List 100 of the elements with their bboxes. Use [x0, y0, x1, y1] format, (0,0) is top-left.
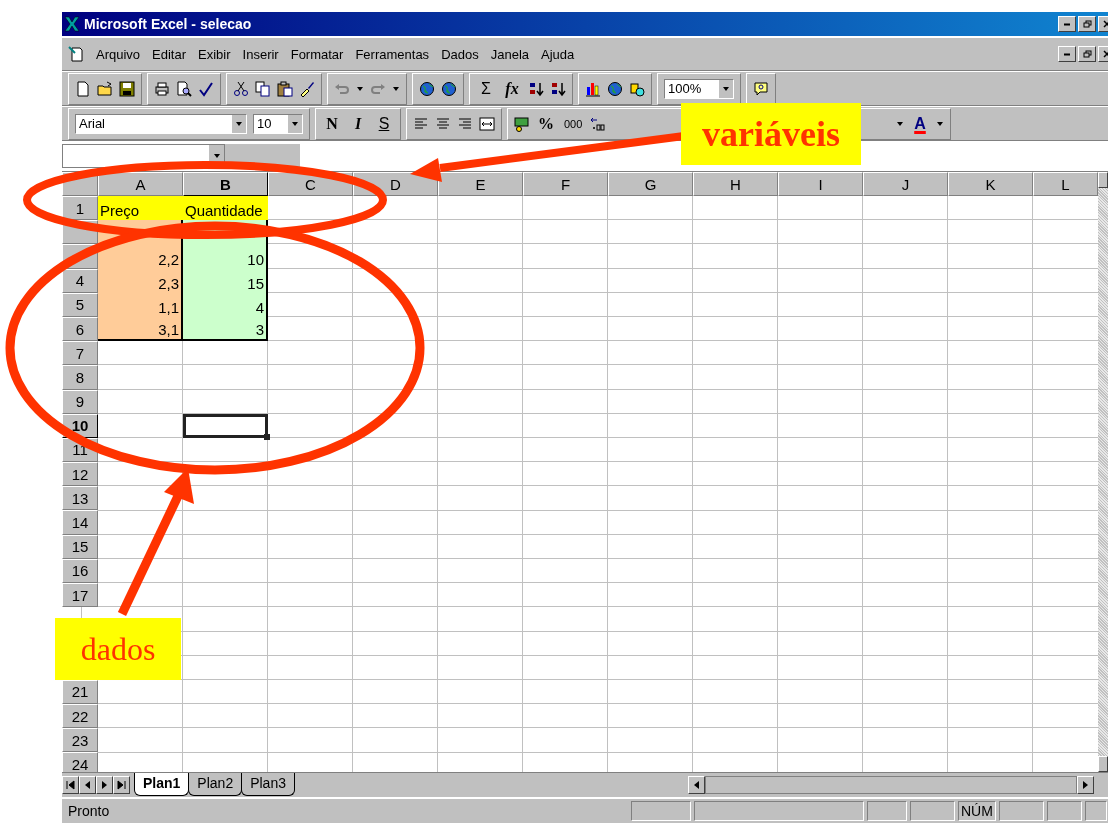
row-header[interactable]: 13 — [62, 486, 98, 511]
row-header[interactable]: 24 — [62, 752, 98, 772]
font-size-dropdown[interactable]: 10 — [253, 113, 303, 134]
row-header[interactable]: 15 — [62, 534, 98, 559]
row-header[interactable]: 16 — [62, 558, 98, 583]
column-header[interactable]: K — [948, 172, 1033, 196]
column-header[interactable]: L — [1033, 172, 1098, 196]
align-right-icon[interactable] — [457, 115, 473, 132]
dropdown-caret-icon[interactable] — [212, 153, 221, 159]
previous-sheet-icon — [83, 780, 92, 790]
align-left-icon[interactable] — [413, 115, 429, 132]
dropdown-caret-icon[interactable] — [936, 120, 944, 127]
status-panel — [631, 801, 691, 821]
last-sheet-button[interactable] — [113, 776, 130, 794]
sheet-tab[interactable]: Plan3 — [241, 773, 295, 796]
new-document-icon[interactable] — [75, 80, 91, 97]
underline-button[interactable]: S — [374, 114, 394, 133]
row-header[interactable]: 1 — [62, 196, 98, 221]
restore-button[interactable] — [1078, 46, 1096, 62]
horizontal-scrollbar[interactable] — [688, 776, 1094, 794]
align-center-icon[interactable] — [435, 115, 451, 132]
paintbrush-icon[interactable] — [299, 80, 315, 97]
fill-handle[interactable] — [264, 433, 270, 440]
status-panel — [1046, 801, 1082, 821]
menu-item[interactable]: Dados — [441, 44, 479, 64]
menu-item[interactable]: Ajuda — [541, 44, 575, 64]
increase-decimal-icon[interactable] — [590, 115, 607, 132]
column-header[interactable]: I — [778, 172, 863, 196]
column-header[interactable]: J — [863, 172, 948, 196]
sum-button[interactable]: Σ — [476, 79, 496, 98]
bold-button[interactable]: N — [322, 114, 342, 133]
status-message: Pronto — [68, 803, 111, 819]
vertical-scrollbar[interactable] — [1098, 172, 1108, 772]
checkmark-icon[interactable] — [198, 80, 214, 97]
previous-sheet-button[interactable] — [79, 776, 96, 794]
row-header[interactable]: 22 — [62, 703, 98, 729]
menu-item[interactable]: Inserir — [242, 44, 279, 64]
font-dropdown[interactable]: Arial — [75, 113, 247, 134]
menu-item[interactable]: Janela — [490, 44, 529, 64]
row-header[interactable]: 8 — [62, 365, 98, 390]
column-header[interactable]: B — [183, 172, 268, 196]
print-preview-icon[interactable] — [176, 80, 192, 97]
sheet-tab[interactable]: Plan1 — [134, 773, 190, 796]
scroll-left-icon[interactable] — [692, 780, 701, 790]
font-color-button[interactable]: A — [910, 114, 930, 133]
printer-icon[interactable] — [154, 80, 170, 97]
dropdown-caret-icon[interactable] — [235, 120, 243, 127]
dropdown-caret-icon[interactable] — [896, 120, 904, 127]
dropdown-caret-icon[interactable] — [392, 85, 400, 92]
column-header[interactable]: H — [693, 172, 778, 196]
zoom-dropdown[interactable]: 100% — [664, 78, 734, 99]
function-button[interactable]: fx — [502, 79, 522, 98]
help-icon[interactable] — [753, 80, 769, 97]
percent-button[interactable]: % — [536, 114, 556, 133]
clipboard-icon[interactable] — [277, 80, 293, 97]
row-header[interactable]: 21 — [62, 679, 98, 704]
row-header[interactable]: 12 — [62, 462, 98, 487]
sort-descending-icon[interactable] — [550, 80, 566, 97]
row-header[interactable]: 7 — [62, 341, 98, 366]
dropdown-caret-icon[interactable] — [356, 85, 364, 92]
row-header[interactable]: 9 — [62, 389, 98, 414]
row-header[interactable]: 4 — [62, 268, 98, 293]
menu-item[interactable]: Ferramentas — [355, 44, 430, 64]
column-header[interactable]: A — [98, 172, 183, 196]
restore-button[interactable] — [1078, 16, 1096, 32]
row-header[interactable]: 14 — [62, 510, 98, 535]
menu-item[interactable]: Exibir — [198, 44, 231, 64]
globe-icon[interactable] — [441, 80, 457, 97]
menu-item[interactable]: Editar — [152, 44, 187, 64]
shapes-icon[interactable] — [629, 80, 645, 97]
menu-item[interactable]: Formatar — [290, 44, 344, 64]
dropdown-caret-icon[interactable] — [291, 120, 299, 127]
minimize-button[interactable] — [1058, 16, 1076, 32]
table-cell: 2,3 — [98, 268, 183, 293]
column-header[interactable]: G — [608, 172, 693, 196]
scroll-right-icon[interactable] — [1081, 780, 1090, 790]
annotation-label: variáveis — [681, 103, 861, 165]
dropdown-caret-icon[interactable] — [722, 85, 730, 92]
globe-icon[interactable] — [419, 80, 435, 97]
globe-icon[interactable] — [607, 80, 623, 97]
sort-ascending-icon[interactable] — [528, 80, 544, 97]
thousands-button[interactable]: 000 — [562, 117, 585, 130]
row-header[interactable]: 5 — [62, 292, 98, 317]
row-header[interactable]: 6 — [62, 316, 98, 342]
minimize-button[interactable] — [1058, 46, 1076, 62]
merge-cells-icon[interactable] — [479, 115, 495, 132]
scissors-icon[interactable] — [233, 80, 249, 97]
menu-item[interactable]: Arquivo — [96, 44, 141, 64]
column-header[interactable]: F — [523, 172, 608, 196]
row-header[interactable]: 17 — [62, 583, 98, 608]
document-icon[interactable] — [68, 46, 84, 62]
folder-icon[interactable] — [97, 80, 113, 97]
column-header[interactable]: E — [438, 172, 523, 196]
next-sheet-button[interactable] — [96, 776, 113, 794]
currency-icon[interactable] — [514, 115, 530, 132]
italic-button[interactable]: I — [348, 114, 368, 133]
first-sheet-button[interactable] — [62, 776, 79, 794]
copy-icon[interactable] — [255, 80, 271, 97]
row-header[interactable]: 23 — [62, 728, 98, 753]
bar-chart-icon[interactable] — [585, 80, 601, 97]
